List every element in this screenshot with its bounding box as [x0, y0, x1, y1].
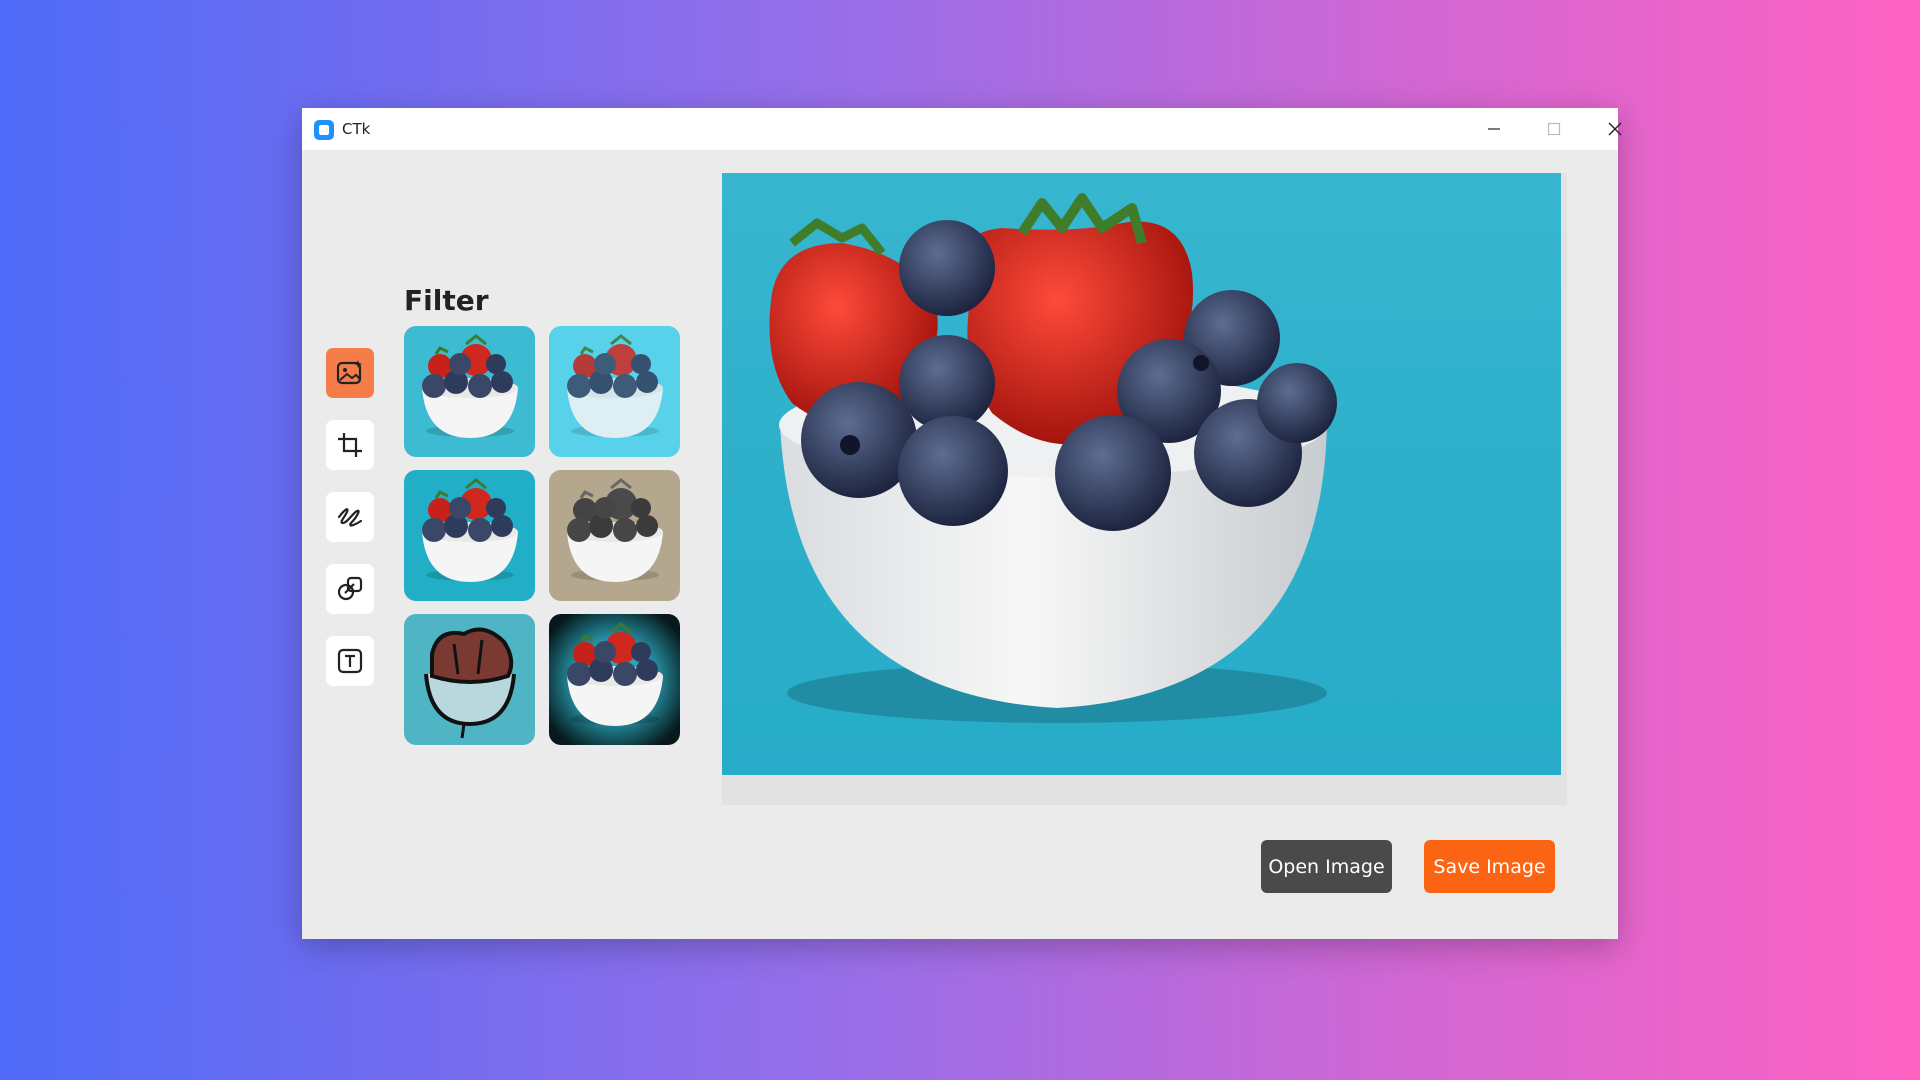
image-sparkle-icon — [336, 360, 362, 385]
image-preview — [722, 173, 1561, 775]
minimize-button[interactable] — [1464, 108, 1524, 150]
open-image-button[interactable]: Open Image — [1261, 840, 1392, 893]
minimize-icon — [1488, 128, 1500, 130]
save-image-button[interactable]: Save Image — [1424, 840, 1555, 893]
app-logo-icon — [314, 120, 334, 140]
filter-thumbnail-contour[interactable] — [404, 614, 535, 745]
title-bar: CTk — [302, 108, 1622, 150]
filter-thumbnail-contrast[interactable] — [404, 470, 535, 601]
filter-thumbnail-brighten[interactable] — [549, 326, 680, 457]
window-title: CTk — [342, 120, 371, 138]
tool-crop-button[interactable] — [326, 420, 374, 470]
tool-filter-button[interactable] — [326, 348, 374, 398]
tool-text-button[interactable] — [326, 636, 374, 686]
close-button[interactable] — [1585, 108, 1645, 150]
tool-adjust-button[interactable] — [326, 564, 374, 614]
adjust-icon — [337, 576, 363, 601]
filter-thumbnail-sepia[interactable] — [549, 470, 680, 601]
maximize-icon — [1547, 122, 1561, 136]
filter-panel-title: Filter — [404, 284, 489, 317]
filter-thumbnail-vignette[interactable] — [549, 614, 680, 745]
text-icon — [337, 648, 363, 674]
filter-thumbnail-original[interactable] — [404, 326, 535, 457]
crop-icon — [338, 433, 362, 457]
draw-icon — [337, 508, 363, 527]
close-icon — [1608, 122, 1622, 136]
maximize-button[interactable] — [1524, 108, 1584, 150]
tool-draw-button[interactable] — [326, 492, 374, 542]
app-window: CTk Filter Open Image Save Image — [302, 108, 1622, 939]
